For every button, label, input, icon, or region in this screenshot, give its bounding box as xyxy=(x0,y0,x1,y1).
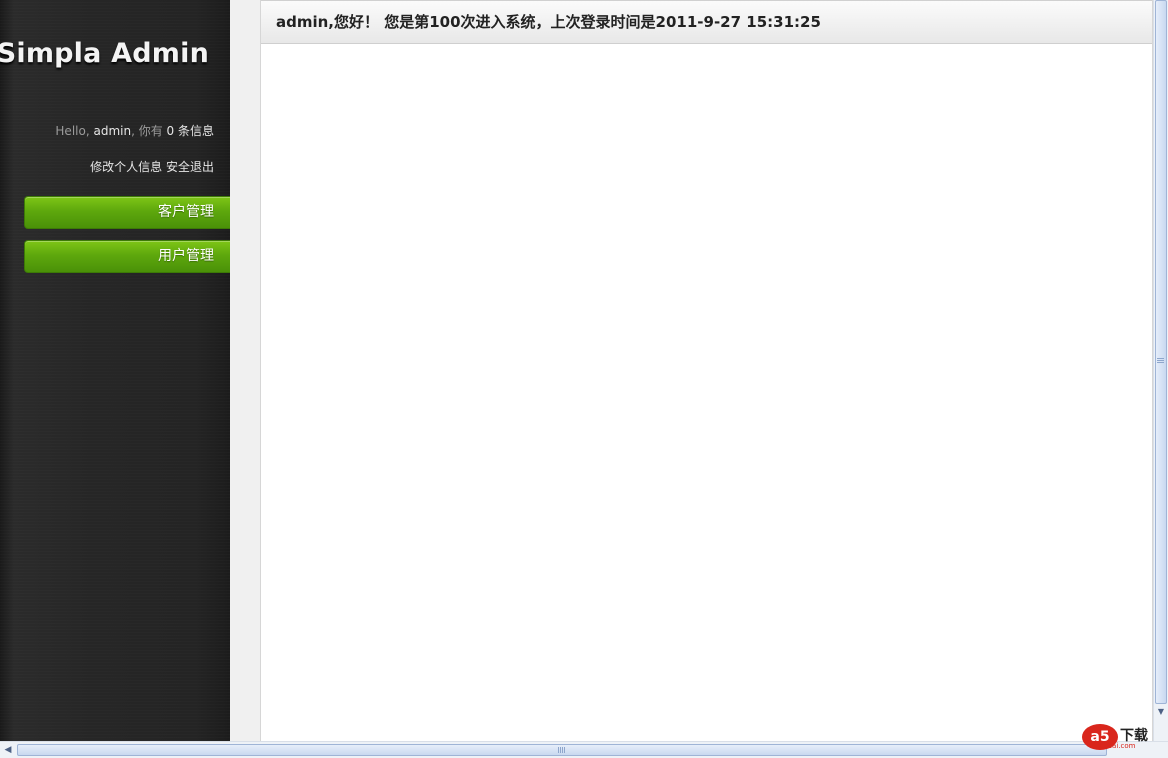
hello-text: Hello, xyxy=(55,124,90,138)
grip-icon xyxy=(1157,357,1164,363)
horizontal-scrollbar[interactable]: ◀ xyxy=(0,741,1168,758)
messages-link[interactable]: 0 条信息 xyxy=(167,124,214,138)
edit-profile-link[interactable]: 修改个人信息 xyxy=(90,160,162,174)
you-have-text: , 你有 xyxy=(131,124,163,138)
profile-links: 修改个人信息 安全退出 xyxy=(90,158,214,175)
scroll-left-icon[interactable]: ◀ xyxy=(1,743,15,757)
vertical-scroll-thumb[interactable] xyxy=(1155,0,1167,704)
profile-greeting: Hello, admin, 你有 0 条信息 xyxy=(55,122,214,139)
grip-icon xyxy=(558,747,565,753)
logout-link[interactable]: 安全退出 xyxy=(166,160,214,174)
vertical-scrollbar[interactable]: ▼ xyxy=(1153,0,1168,741)
sidebar: Simpla Admin Hello, admin, 你有 0 条信息 修改个人… xyxy=(0,0,230,741)
welcome-message: admin,您好！ 您是第100次进入系统，上次登录时间是2011-9-27 1… xyxy=(261,0,1152,44)
scroll-down-icon[interactable]: ▼ xyxy=(1155,705,1167,719)
username-link[interactable]: admin xyxy=(93,124,131,138)
main-nav: 客户管理 用户管理 xyxy=(24,196,230,284)
app-logo[interactable]: Simpla Admin xyxy=(0,38,209,69)
watermark-subtext: xiazai.com xyxy=(1098,742,1136,750)
watermark-logo: a5 下载 xiazai.com xyxy=(1082,722,1162,752)
main-content: admin,您好！ 您是第100次进入系统，上次登录时间是2011-9-27 1… xyxy=(260,0,1153,741)
nav-item-user-management[interactable]: 用户管理 xyxy=(24,240,230,273)
nav-item-customer-management[interactable]: 客户管理 xyxy=(24,196,230,229)
